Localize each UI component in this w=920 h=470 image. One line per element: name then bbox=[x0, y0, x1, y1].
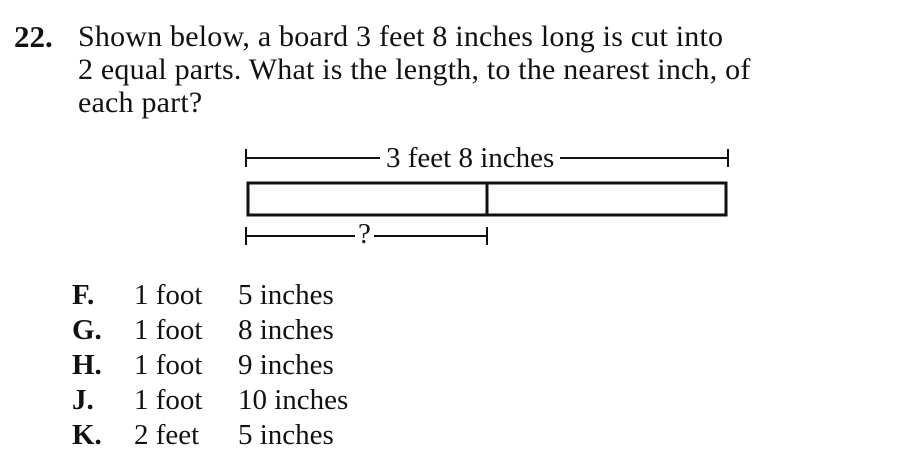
choice-letter: F. bbox=[72, 279, 95, 311]
answer-choice-j[interactable]: J. 1 foot 10 inches bbox=[72, 383, 348, 418]
choice-inches: 8 inches bbox=[238, 314, 334, 346]
question-number: 22. bbox=[14, 19, 53, 54]
answer-choice-g[interactable]: G. 1 foot 8 inches bbox=[72, 313, 348, 348]
question-text: Shown below, a board 3 feet 8 inches lon… bbox=[78, 20, 908, 119]
question-line: 2 equal parts. What is the length, to th… bbox=[78, 53, 751, 86]
choice-letter: H. bbox=[72, 349, 102, 381]
answer-choice-k[interactable]: K. 2 feet 5 inches bbox=[72, 418, 348, 453]
part-length-label: ? bbox=[355, 218, 374, 250]
choice-inches: 10 inches bbox=[238, 384, 349, 416]
choice-inches: 5 inches bbox=[238, 279, 334, 311]
answer-choice-h[interactable]: H. 1 foot 9 inches bbox=[72, 348, 348, 383]
choice-letter: J. bbox=[72, 384, 94, 416]
choice-feet: 1 foot bbox=[134, 279, 203, 311]
total-length-label: 3 feet 8 inches bbox=[380, 142, 561, 174]
question-page: 22. Shown below, a board 3 feet 8 inches… bbox=[0, 0, 920, 470]
choice-inches: 9 inches bbox=[238, 349, 334, 381]
question-line: Shown below, a board 3 feet 8 inches lon… bbox=[78, 20, 724, 53]
choice-inches: 5 inches bbox=[238, 419, 334, 451]
answer-choices: F. 1 foot 5 inches G. 1 foot 8 inches H.… bbox=[72, 278, 348, 453]
choice-feet: 1 foot bbox=[134, 349, 203, 381]
choice-feet: 1 foot bbox=[134, 314, 203, 346]
choice-letter: K. bbox=[72, 419, 102, 451]
choice-letter: G. bbox=[72, 314, 102, 346]
choice-feet: 1 foot bbox=[134, 384, 203, 416]
board-diagram: 3 feet 8 inches ? bbox=[236, 140, 736, 250]
choice-feet: 2 feet bbox=[134, 419, 200, 451]
question-line: each part? bbox=[78, 86, 203, 119]
answer-choice-f[interactable]: F. 1 foot 5 inches bbox=[72, 278, 348, 313]
